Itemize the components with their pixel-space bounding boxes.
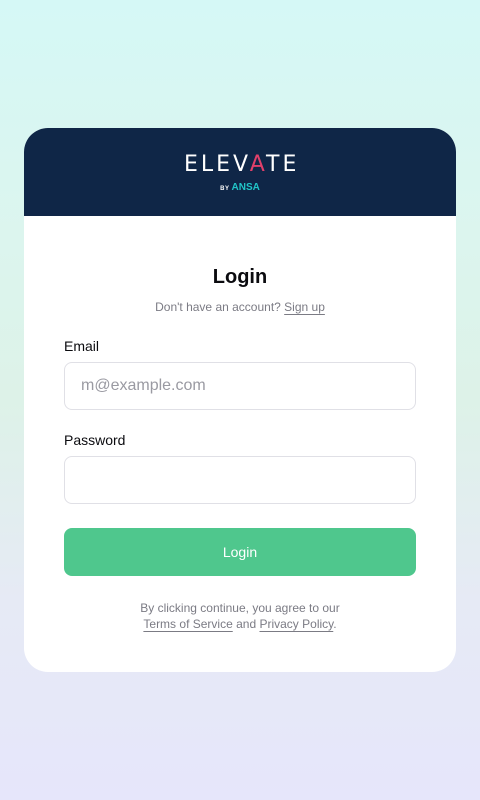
login-button[interactable]: Login [64,528,416,576]
terms-suffix: . [333,617,337,631]
terms-notice: By clicking continue, you agree to our T… [24,600,456,632]
password-field[interactable] [64,456,416,504]
login-card: ELEVATE BY ANSA Login Don't have an accou… [24,128,456,672]
terms-of-service-link[interactable]: Terms of Service [143,617,232,631]
logo-word-part1: ELEV [184,152,250,177]
logo-word-accent: A [249,152,267,177]
password-label: Password [64,432,126,448]
signup-prompt-line: Don't have an account? Sign up [24,300,456,314]
logo-brand: ANSA [231,182,260,193]
logo-subtitle: BY ANSA [184,177,296,195]
terms-prefix: By clicking continue, you agree to our [140,601,340,615]
logo-wordmark: ELEVATE [184,152,296,177]
logo-word-part2: TE [266,152,300,177]
signup-link[interactable]: Sign up [284,300,325,314]
signup-prompt: Don't have an account? [155,300,281,314]
elevate-logo: ELEVATE BY ANSA [184,152,296,195]
email-field[interactable] [64,362,416,410]
terms-links-line: Terms of Service and Privacy Policy. [24,616,456,632]
terms-and: and [236,617,257,631]
email-label: Email [64,338,100,354]
logo-by: BY [220,186,230,192]
page-title: Login [212,266,268,288]
privacy-policy-link[interactable]: Privacy Policy [259,617,333,631]
card-header: ELEVATE BY ANSA [24,128,456,216]
